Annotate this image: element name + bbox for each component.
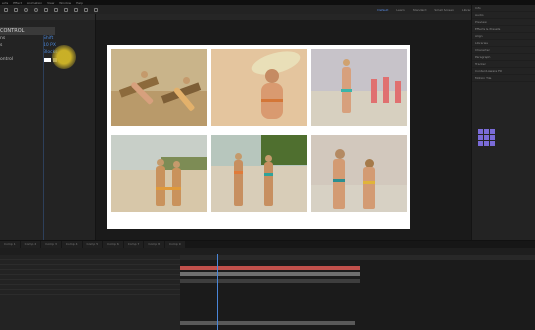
panel-item[interactable]: Tracker <box>472 61 535 68</box>
panel-item[interactable]: Effects & Presets <box>472 26 535 33</box>
work-area-bar[interactable] <box>180 321 355 325</box>
composition-tab[interactable] <box>96 14 471 20</box>
effect-row[interactable]: ontrol <box>0 56 95 63</box>
photo-6 <box>311 135 407 212</box>
effect-controls-tab[interactable] <box>0 14 95 20</box>
timeline-tab[interactable]: Comp 9 <box>165 241 185 248</box>
camera-tool-icon[interactable] <box>54 7 58 12</box>
timeline-tab[interactable]: Comp 7 <box>123 241 144 248</box>
timeline-tabs: Comp 1 Comp 2 Comp 3 Comp 4 Comp 5 Comp … <box>0 241 535 248</box>
color-swatch[interactable] <box>43 57 51 62</box>
effect-label: ns <box>0 36 6 41</box>
cursor-highlight <box>52 45 76 69</box>
photo-5 <box>211 135 307 212</box>
panel-item[interactable]: Audio <box>472 12 535 19</box>
timeline-tab[interactable]: Comp 4 <box>61 241 82 248</box>
timeline-tab[interactable]: Comp 5 <box>82 241 103 248</box>
workspace-learn[interactable]: Learn <box>396 8 404 12</box>
effect-label: s <box>0 43 3 48</box>
playhead[interactable] <box>217 254 218 330</box>
effect-header[interactable]: CONTROL <box>0 27 55 35</box>
home-icon[interactable] <box>4 7 8 12</box>
timeline-tracks[interactable] <box>180 255 535 330</box>
selection-tool-icon[interactable] <box>14 7 18 12</box>
panel-item[interactable]: Preview <box>472 19 535 26</box>
layer-bar[interactable] <box>180 279 360 283</box>
effect-row[interactable]: ns Shift <box>0 35 95 42</box>
photo-3 <box>311 49 407 126</box>
layer-row[interactable] <box>0 290 180 295</box>
layer-bar[interactable] <box>180 272 360 276</box>
panel-item[interactable]: Motion Tile <box>472 75 535 82</box>
text-tool-icon[interactable] <box>94 7 98 12</box>
hand-tool-icon[interactable] <box>24 7 28 12</box>
timeline-tab[interactable]: Comp 2 <box>20 241 41 248</box>
panel-item[interactable]: Align <box>472 33 535 40</box>
workspace-default[interactable]: Default <box>377 8 388 12</box>
pen-tool-icon[interactable] <box>84 7 88 12</box>
composition-viewer <box>96 14 471 249</box>
effect-label: ontrol <box>0 57 14 62</box>
zoom-tool-icon[interactable] <box>34 7 38 12</box>
effect-value[interactable]: Shift <box>43 36 53 41</box>
timeline-panel: Comp 1 Comp 2 Comp 3 Comp 4 Comp 5 Comp … <box>0 240 535 330</box>
panel-item[interactable]: Info <box>472 5 535 12</box>
menu-item[interactable]: View <box>47 1 54 5</box>
layer-list <box>0 255 180 330</box>
timeline-tab[interactable]: Comp 6 <box>103 241 123 248</box>
photo-grid-canvas[interactable] <box>107 45 410 229</box>
photo-1 <box>111 49 207 126</box>
panel-item[interactable]: Character <box>472 47 535 54</box>
effect-row[interactable]: s 10 PX <box>0 42 95 49</box>
timeline-tab[interactable]: Comp 3 <box>41 241 61 248</box>
mask-tool-icon[interactable] <box>74 7 78 12</box>
toolbar: Default Learn Standard Small Screen Libr… <box>0 5 535 14</box>
rotate-tool-icon[interactable] <box>44 7 48 12</box>
menu-item[interactable]: Effect <box>13 1 22 5</box>
timeline-tab[interactable]: Comp 8 <box>144 241 164 248</box>
panel-item[interactable]: Paragraph <box>472 54 535 61</box>
layer-bar[interactable] <box>180 266 360 270</box>
panel-item[interactable]: Content-Aware Fill <box>472 68 535 75</box>
menu-item[interactable]: Animation <box>27 1 42 5</box>
panel-divider <box>43 36 44 240</box>
photo-4 <box>111 135 207 212</box>
effect-value[interactable]: 10 PX <box>43 43 56 48</box>
anchor-grid[interactable] <box>478 129 495 146</box>
menu-item[interactable]: Window <box>59 1 71 5</box>
effect-row[interactable]: Blocks <box>0 49 95 56</box>
workspace-small-screen[interactable]: Small Screen <box>434 8 454 12</box>
panel-item[interactable]: Libraries <box>472 40 535 47</box>
effect-controls-panel: CONTROL ns Shift s 10 PX Blocks ontrol <box>0 14 96 240</box>
menu-item[interactable]: Help <box>76 1 83 5</box>
pan-tool-icon[interactable] <box>64 7 68 12</box>
menu-item[interactable]: ects <box>2 1 8 5</box>
time-ruler[interactable] <box>180 255 535 260</box>
photo-2 <box>211 49 307 126</box>
timeline-tab[interactable]: Comp 1 <box>0 241 20 248</box>
workspace-standard[interactable]: Standard <box>413 8 427 12</box>
right-panel: Info Audio Preview Effects & Presets Ali… <box>471 5 535 245</box>
